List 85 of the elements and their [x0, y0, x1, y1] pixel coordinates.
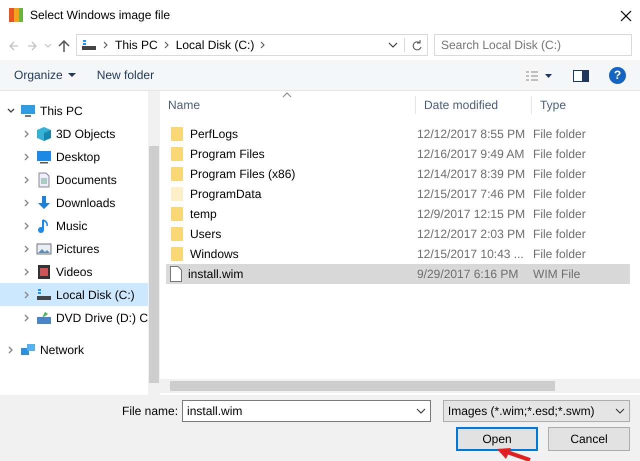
file-name-field[interactable]: install.wim: [182, 400, 431, 422]
search-field[interactable]: Search Local Disk (C:): [434, 34, 632, 56]
computer-icon: [20, 102, 36, 118]
file-row[interactable]: install.wim 9/29/2017 6:16 PM WIM File: [166, 264, 630, 284]
annotation-arrow: [497, 448, 531, 461]
file-name: Program Files (x86): [190, 166, 296, 183]
chevron-icon: [164, 41, 170, 49]
file-name: Program Files: [190, 146, 265, 163]
dialog-button[interactable]: Cancel: [548, 427, 630, 451]
sidebar-item[interactable]: Documents: [0, 168, 148, 191]
file-row[interactable]: Windows 12/15/2017 10:43 ... File folder: [166, 244, 630, 264]
sidebar-item[interactable]: Music: [0, 214, 148, 237]
sidebar-item[interactable]: Desktop: [0, 145, 148, 168]
file-type: File folder: [533, 206, 586, 223]
sidebar-item[interactable]: Downloads: [0, 191, 148, 214]
window-title: Select Windows image file: [30, 7, 172, 24]
document-icon: [36, 172, 52, 188]
desktop-icon: [36, 148, 52, 164]
app-icon: [8, 7, 24, 23]
scrollbar[interactable]: [148, 91, 160, 395]
sidebar-item[interactable]: Local Disk (C:): [0, 283, 148, 306]
cube-icon: [36, 126, 52, 142]
file-type: WIM File: [533, 266, 580, 283]
breadcrumb-item[interactable]: This PC: [115, 36, 158, 54]
file-date: 12/14/2017 8:39 PM: [417, 166, 526, 183]
network-icon: [20, 342, 36, 358]
organize-button[interactable]: Organize: [14, 66, 77, 84]
chevron-icon: [103, 41, 109, 49]
file-type: File folder: [533, 126, 586, 143]
file-type-dropdown[interactable]: Images (*.wim;*.esd;*.swm): [442, 400, 630, 422]
address-bar[interactable]: This PC Local Disk (C:): [76, 34, 428, 56]
file-date: 12/12/2017 2:03 PM: [417, 226, 526, 243]
file-date: 12/15/2017 10:43 ...: [417, 246, 525, 263]
file-type: File folder: [533, 186, 586, 203]
sidebar-item[interactable]: This PC: [0, 99, 148, 122]
chevron-icon: [260, 41, 266, 49]
file-name: Windows: [190, 246, 239, 263]
download-icon: [36, 194, 52, 210]
file-date: 12/12/2017 8:55 PM: [417, 126, 526, 143]
file-name: PerfLogs: [190, 126, 238, 143]
sidebar-item[interactable]: Videos: [0, 260, 148, 283]
sidebar-item[interactable]: Network: [0, 338, 148, 361]
sidebar-item[interactable]: DVD Drive (D:) C: [0, 306, 148, 329]
file-date: 12/15/2017 7:46 PM: [417, 186, 526, 203]
file-type: File folder: [533, 166, 586, 183]
file-date: 12/9/2017 12:15 PM: [417, 206, 526, 223]
help-button[interactable]: ?: [609, 66, 626, 84]
file-name: Users: [190, 226, 222, 243]
file-name: install.wim: [188, 266, 244, 283]
sidebar-item[interactable]: 3D Objects: [0, 122, 148, 145]
sidebar-item[interactable]: Pictures: [0, 237, 148, 260]
dropdown-icon: [388, 41, 398, 49]
file-name-label: File name:: [122, 403, 178, 420]
refresh-button[interactable]: [404, 38, 423, 52]
dvd-drive-icon: [36, 310, 52, 326]
file-row[interactable]: PerfLogs 12/12/2017 8:55 PM File folder: [166, 124, 630, 144]
collapse-icon: [6, 106, 16, 116]
caret-icon: [66, 72, 77, 78]
column-header[interactable]: Type: [532, 96, 632, 114]
file-row[interactable]: Users 12/12/2017 2:03 PM File folder: [166, 224, 630, 244]
dropdown-icon: [416, 407, 426, 415]
file-type: File folder: [533, 246, 586, 263]
disk-icon: [81, 39, 97, 51]
file-date: 9/29/2017 6:16 PM: [417, 266, 520, 283]
file-name: ProgramData: [190, 186, 262, 203]
picture-icon: [36, 240, 52, 256]
file-date: 12/16/2017 9:49 AM: [417, 146, 526, 163]
file-type: File folder: [533, 226, 586, 243]
file-row[interactable]: Program Files (x86) 12/14/2017 8:39 PM File folder: [166, 164, 630, 184]
column-header[interactable]: Date modified: [416, 96, 532, 114]
file-row[interactable]: temp 12/9/2017 12:15 PM File folder: [166, 204, 630, 224]
breadcrumb-item[interactable]: Local Disk (C:): [176, 36, 254, 54]
column-header[interactable]: Name: [160, 96, 416, 114]
up-button[interactable]: [58, 37, 70, 53]
dialog-button[interactable]: Open: [456, 427, 538, 451]
new-folder-button[interactable]: New folder: [96, 66, 154, 84]
film-icon: [36, 264, 52, 280]
file-row[interactable]: ProgramData 12/15/2017 7:46 PM File folder: [166, 184, 630, 204]
scrollbar[interactable]: [160, 379, 640, 393]
file-name: temp: [190, 206, 217, 223]
close-button[interactable]: [620, 8, 632, 22]
disk-icon: [36, 286, 52, 302]
file-row[interactable]: Program Files 12/16/2017 9:49 AM File folder: [166, 144, 630, 164]
dropdown-icon: [615, 407, 625, 415]
file-type: File folder: [533, 146, 586, 163]
